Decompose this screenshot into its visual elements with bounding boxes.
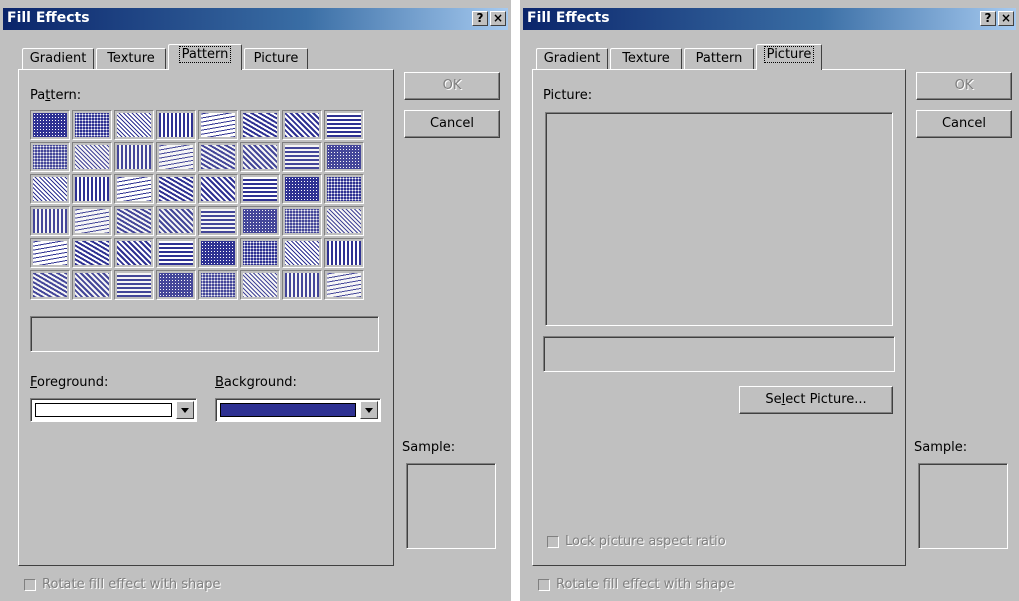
help-button[interactable]: ? — [980, 11, 996, 26]
pattern-swatch[interactable] — [72, 110, 112, 140]
lock-aspect-ratio-checkbox[interactable]: Lock picture aspect ratio — [547, 534, 726, 549]
pattern-swatch[interactable] — [72, 270, 112, 300]
dialog-title: Fill Effects — [527, 10, 610, 26]
pattern-swatch[interactable] — [282, 206, 322, 236]
background-swatch — [220, 403, 356, 417]
pattern-name-box — [30, 316, 379, 352]
title-bar: Fill Effects ? × — [523, 8, 1016, 30]
pattern-swatch[interactable] — [282, 238, 322, 268]
pattern-swatch[interactable] — [72, 142, 112, 172]
pattern-swatch[interactable] — [30, 206, 70, 236]
tab-panel: Picture: Select Picture... Lock picture … — [532, 69, 906, 566]
title-bar: Fill Effects ? × — [3, 8, 508, 30]
close-button[interactable]: × — [490, 11, 506, 26]
pattern-swatch[interactable] — [240, 238, 280, 268]
cancel-button[interactable]: Cancel — [916, 110, 1012, 138]
pattern-swatch[interactable] — [156, 174, 196, 204]
tab-gradient[interactable]: Gradient — [536, 48, 608, 70]
help-button[interactable]: ? — [472, 11, 488, 26]
pattern-swatch[interactable] — [114, 238, 154, 268]
pattern-swatch[interactable] — [282, 142, 322, 172]
sample-label: Sample: — [402, 440, 456, 455]
fill-effects-dialog-pattern: Fill Effects ? × Gradient Texture Patter… — [0, 0, 511, 601]
picture-label: Picture: — [543, 88, 593, 103]
ok-button[interactable]: OK — [404, 72, 500, 100]
pattern-swatch[interactable] — [114, 206, 154, 236]
tab-pattern[interactable]: Pattern — [684, 48, 754, 70]
foreground-swatch — [35, 403, 172, 417]
sample-label: Sample: — [914, 440, 968, 455]
pattern-swatch[interactable] — [324, 238, 364, 268]
pattern-swatch[interactable] — [156, 110, 196, 140]
pattern-swatch[interactable] — [30, 110, 70, 140]
pattern-swatch[interactable] — [30, 142, 70, 172]
pattern-swatch[interactable] — [324, 206, 364, 236]
pattern-swatch[interactable] — [30, 238, 70, 268]
pattern-swatch[interactable] — [198, 270, 238, 300]
pattern-swatch[interactable] — [240, 270, 280, 300]
pattern-swatch[interactable] — [240, 206, 280, 236]
tab-texture[interactable]: Texture — [96, 48, 166, 70]
pattern-swatch[interactable] — [198, 238, 238, 268]
pattern-swatch[interactable] — [198, 110, 238, 140]
ok-button[interactable]: OK — [916, 72, 1012, 100]
sample-preview — [918, 463, 1008, 549]
pattern-swatch[interactable] — [72, 206, 112, 236]
tab-picture[interactable]: Picture — [756, 44, 822, 70]
pattern-swatch[interactable] — [30, 174, 70, 204]
pattern-swatch[interactable] — [324, 270, 364, 300]
picture-name-box — [543, 336, 895, 372]
dialog-title: Fill Effects — [7, 10, 90, 26]
pattern-swatch[interactable] — [114, 174, 154, 204]
pattern-swatch[interactable] — [324, 174, 364, 204]
tab-picture[interactable]: Picture — [244, 48, 308, 70]
tab-panel: Pattern: Foreground: Background: — [18, 69, 394, 566]
chevron-down-icon[interactable] — [360, 401, 378, 419]
pattern-swatch[interactable] — [282, 174, 322, 204]
pattern-swatch[interactable] — [156, 270, 196, 300]
pattern-swatch[interactable] — [240, 142, 280, 172]
sample-preview — [406, 463, 496, 549]
checkbox-icon[interactable] — [24, 578, 36, 591]
checkbox-icon[interactable] — [547, 535, 559, 548]
rotate-fill-checkbox[interactable]: Rotate fill effect with shape — [538, 577, 735, 592]
pattern-swatch[interactable] — [240, 110, 280, 140]
pattern-swatch[interactable] — [156, 238, 196, 268]
background-color-dropdown[interactable] — [215, 398, 381, 422]
checkbox-icon[interactable] — [538, 578, 550, 591]
pattern-swatch[interactable] — [114, 142, 154, 172]
pattern-swatch[interactable] — [198, 206, 238, 236]
background-label: Background: — [215, 375, 297, 390]
pattern-swatch[interactable] — [198, 142, 238, 172]
tab-pattern[interactable]: Pattern — [168, 44, 242, 70]
pattern-label: Pattern: — [30, 88, 82, 103]
pattern-grid — [30, 110, 364, 300]
pattern-swatch[interactable] — [156, 142, 196, 172]
pattern-swatch[interactable] — [72, 174, 112, 204]
pattern-swatch[interactable] — [282, 270, 322, 300]
select-picture-button[interactable]: Select Picture... — [739, 386, 893, 414]
pattern-swatch[interactable] — [324, 142, 364, 172]
pattern-swatch[interactable] — [156, 206, 196, 236]
pattern-swatch[interactable] — [114, 110, 154, 140]
tab-gradient[interactable]: Gradient — [22, 48, 94, 70]
pattern-swatch[interactable] — [72, 238, 112, 268]
rotate-fill-checkbox[interactable]: Rotate fill effect with shape — [24, 577, 221, 592]
picture-preview — [545, 112, 893, 326]
cancel-button[interactable]: Cancel — [404, 110, 500, 138]
tab-texture[interactable]: Texture — [610, 48, 682, 70]
fill-effects-dialog-picture: Fill Effects ? × Gradient Texture Patter… — [520, 0, 1019, 601]
foreground-label: Foreground: — [30, 375, 109, 390]
chevron-down-icon[interactable] — [176, 401, 194, 419]
foreground-color-dropdown[interactable] — [30, 398, 197, 422]
pattern-swatch[interactable] — [282, 110, 322, 140]
pattern-swatch[interactable] — [198, 174, 238, 204]
close-button[interactable]: × — [998, 11, 1014, 26]
pattern-swatch[interactable] — [240, 174, 280, 204]
pattern-swatch[interactable] — [324, 110, 364, 140]
pattern-swatch[interactable] — [30, 270, 70, 300]
pattern-swatch[interactable] — [114, 270, 154, 300]
